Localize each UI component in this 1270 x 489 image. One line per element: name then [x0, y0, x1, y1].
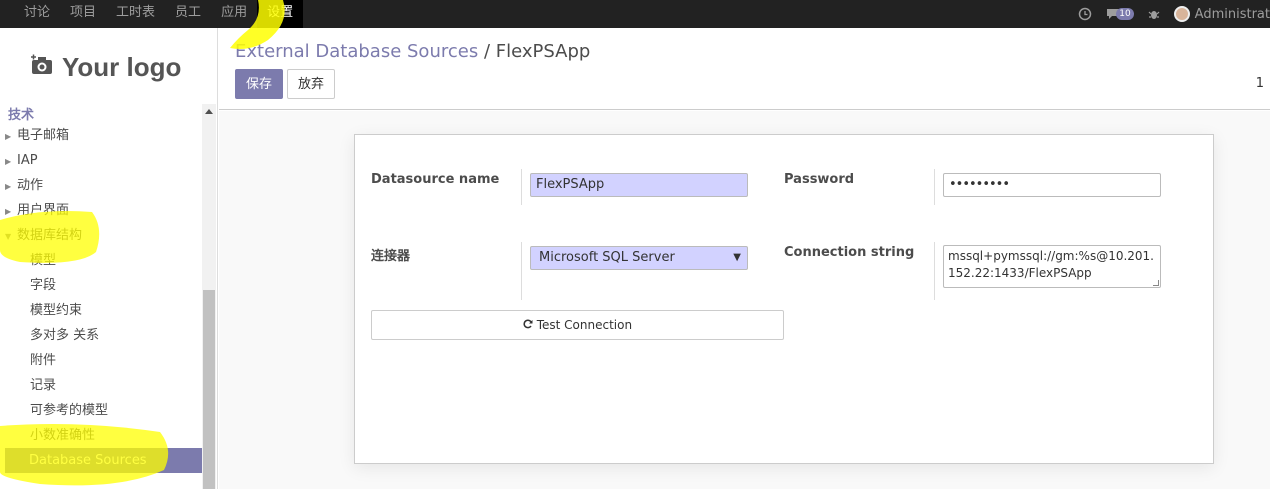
form-sheet: Datasource name FlexPSApp Password •••••…: [354, 134, 1214, 464]
sidebar-item-model-constraints[interactable]: 模型约束: [0, 298, 202, 323]
scroll-up-arrow-icon[interactable]: [205, 109, 213, 114]
sidebar-item-attachments[interactable]: 附件: [0, 348, 202, 373]
form-view: Datasource name FlexPSApp Password •••••…: [219, 111, 1270, 489]
systray: 10 Administrat: [1078, 0, 1270, 28]
sidebar-scrollbar[interactable]: [202, 104, 216, 489]
divider: [934, 169, 935, 205]
sidebar-tree: ▶ 电子邮箱 ▶ IAP ▶ 动作 ▶ 用户界面 ▼ 数据库结构 模型 字段 模型约束 多…: [0, 123, 202, 473]
camera-plus-icon: [30, 54, 54, 80]
sidebar-item-db-structure[interactable]: ▼ 数据库结构: [0, 223, 202, 248]
connection-string-label: Connection string: [784, 245, 915, 260]
sidebar: Your logo 技术 ▶ 电子邮箱 ▶ IAP ▶ 动作 ▶ 用户界面 ▼ 数据库结构…: [0, 28, 218, 489]
connector-select[interactable]: Microsoft SQL Server ▼: [530, 246, 748, 270]
menu-employees[interactable]: 员工: [165, 0, 211, 28]
logo-text: Your logo: [62, 51, 182, 82]
user-menu[interactable]: Administrat: [1195, 7, 1270, 22]
password-input[interactable]: •••••••••: [943, 173, 1161, 197]
breadcrumb-current: FlexPSApp: [495, 41, 591, 62]
menu-timesheet[interactable]: 工时表: [106, 0, 165, 28]
test-connection-button[interactable]: Test Connection: [371, 310, 784, 340]
refresh-icon: [523, 318, 533, 332]
breadcrumb-parent[interactable]: External Database Sources: [235, 41, 478, 62]
sidebar-item-decimal-accuracy[interactable]: 小数准确性: [0, 423, 202, 448]
password-label: Password: [784, 172, 855, 187]
divider: [934, 242, 935, 300]
menu-apps[interactable]: 应用: [211, 0, 257, 28]
resize-grip-icon[interactable]: [1153, 280, 1159, 286]
caret-right-icon: ▶: [5, 132, 12, 141]
menu-project[interactable]: 项目: [60, 0, 106, 28]
user-avatar[interactable]: [1173, 6, 1190, 22]
activity-clock-icon[interactable]: [1078, 7, 1092, 21]
datasource-name-label: Datasource name: [371, 172, 500, 187]
sidebar-item-referenceable-models[interactable]: 可参考的模型: [0, 398, 202, 423]
sidebar-item-actions[interactable]: ▶ 动作: [0, 173, 202, 198]
datasource-name-input[interactable]: FlexPSApp: [530, 173, 748, 197]
sidebar-item-models[interactable]: 模型: [0, 248, 202, 273]
connector-label: 连接器: [371, 249, 411, 264]
scrollbar-thumb[interactable]: [203, 290, 215, 489]
breadcrumb: External Database Sources / FlexPSApp: [235, 41, 590, 62]
breadcrumb-separator: /: [483, 41, 491, 62]
sidebar-item-database-sources[interactable]: Database Sources: [5, 448, 202, 473]
sidebar-item-iap[interactable]: ▶ IAP: [0, 148, 202, 173]
sidebar-item-m2m-relations[interactable]: 多对多 关系: [0, 323, 202, 348]
discard-button[interactable]: 放弃: [287, 69, 336, 99]
menu-discuss[interactable]: 讨论: [14, 0, 60, 28]
save-button[interactable]: 保存: [235, 69, 284, 99]
dropdown-arrow-icon: ▼: [733, 252, 741, 263]
caret-right-icon: ▶: [5, 182, 12, 191]
caret-down-icon: ▼: [5, 232, 12, 241]
sidebar-item-ui[interactable]: ▶ 用户界面: [0, 198, 202, 223]
sidebar-item-email[interactable]: ▶ 电子邮箱: [0, 123, 202, 148]
notification-badge: 10: [1116, 8, 1134, 20]
connection-string-textarea[interactable]: mssql+pymssql://gm:%s@10.201.152.22:1433…: [943, 245, 1161, 288]
connector-selected-value: Microsoft SQL Server: [539, 250, 675, 265]
divider: [521, 169, 522, 205]
app-menu: 讨论 项目 工时表 员工 应用 设置: [14, 0, 304, 28]
debug-bug-icon[interactable]: [1148, 8, 1160, 20]
form-buttons: 保存 放弃: [235, 69, 339, 99]
divider: [521, 242, 522, 300]
sidebar-item-fields[interactable]: 字段: [0, 273, 202, 298]
caret-right-icon: ▶: [5, 157, 12, 166]
company-logo: Your logo: [30, 48, 181, 86]
section-technical: 技术: [8, 108, 35, 123]
control-panel: External Database Sources / FlexPSApp 保存…: [219, 28, 1270, 110]
top-navbar: 讨论 项目 工时表 员工 应用 设置 10 Administrat: [0, 0, 1270, 28]
menu-settings[interactable]: 设置: [257, 0, 304, 28]
caret-right-icon: ▶: [5, 207, 12, 216]
chat-icon[interactable]: 10: [1106, 8, 1134, 20]
pager: 1: [1255, 76, 1264, 91]
sidebar-item-records[interactable]: 记录: [0, 373, 202, 398]
